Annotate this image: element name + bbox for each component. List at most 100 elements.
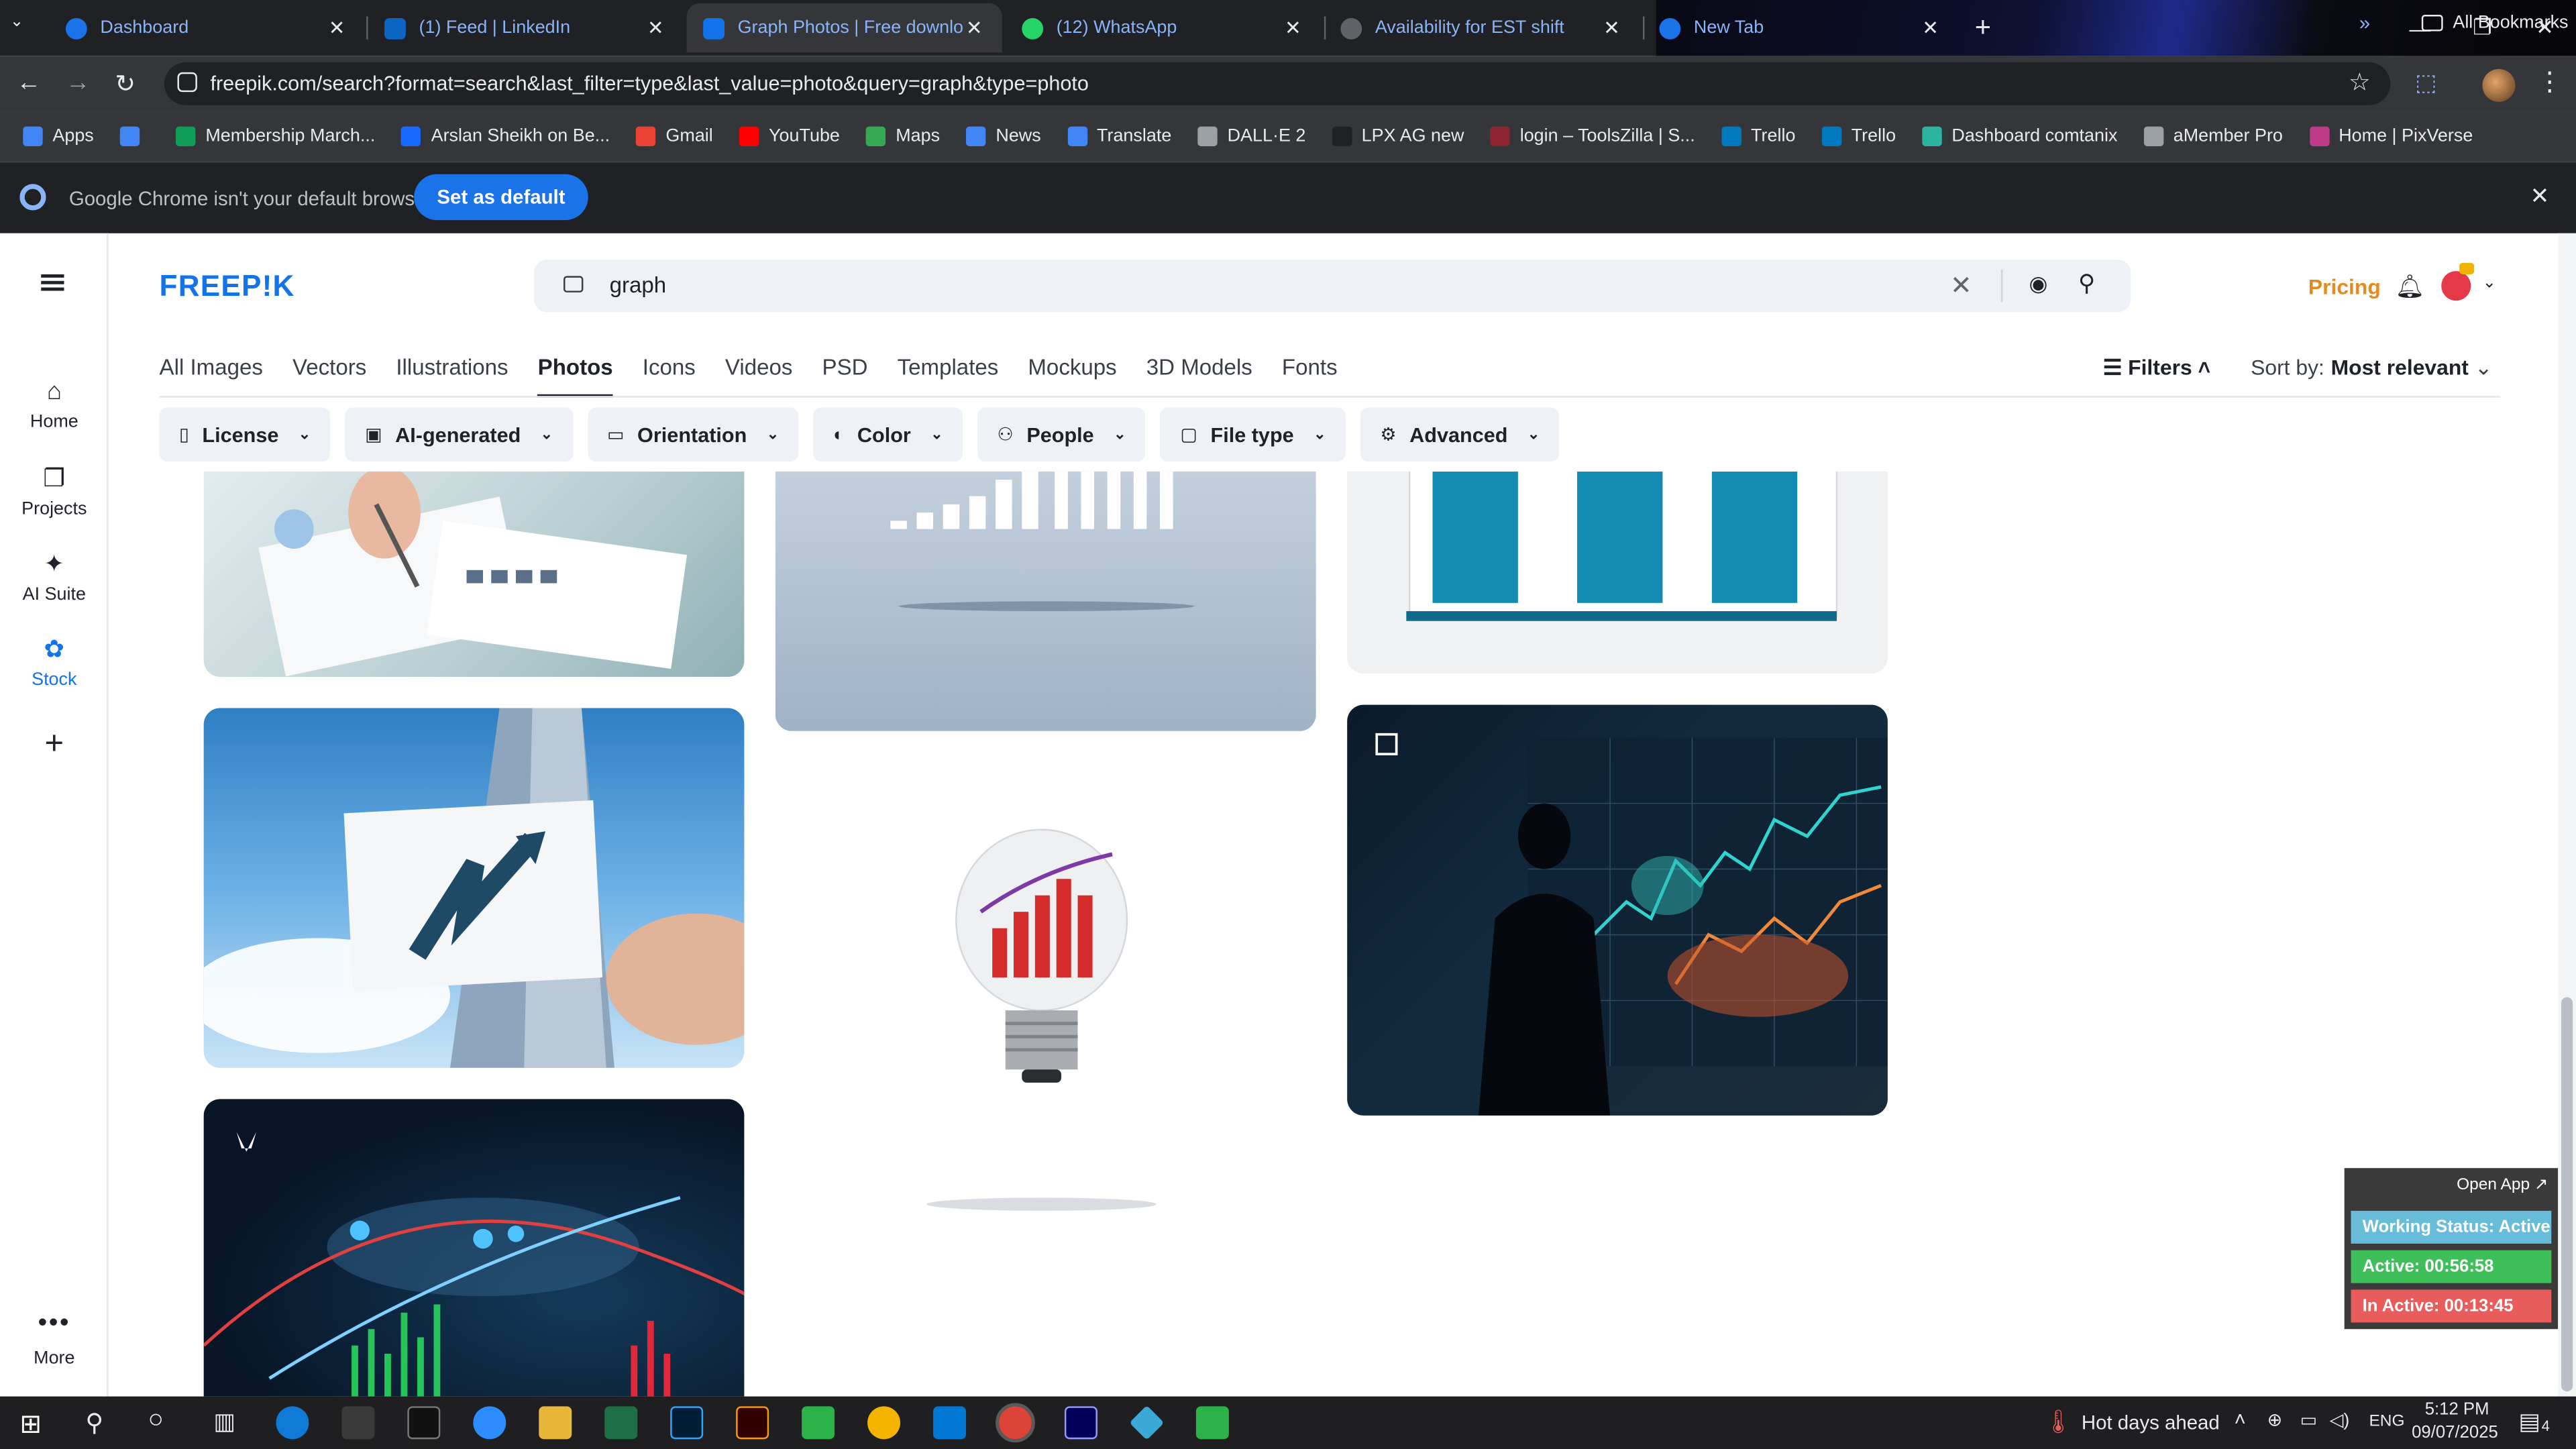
open-app-link[interactable]: Open App ↗ <box>2457 1176 2548 1194</box>
volume-icon[interactable]: ◁) <box>2330 1409 2350 1431</box>
green-app-2-icon[interactable] <box>1195 1406 1229 1440</box>
close-tab-icon[interactable]: ✕ <box>325 16 348 39</box>
photo-card[interactable] <box>203 708 745 1068</box>
tab-vectors[interactable]: Vectors <box>292 355 366 398</box>
windows-start-icon[interactable]: ⊞ <box>19 1408 42 1441</box>
scrollbar-thumb[interactable] <box>2561 997 2573 1392</box>
bookmark-item[interactable]: Arslan Sheikh on Be... <box>401 126 610 146</box>
bookmark-item[interactable]: Maps <box>866 126 940 146</box>
forward-icon[interactable]: → <box>66 69 91 97</box>
notifications-icon[interactable]: ▤ <box>2518 1408 2540 1436</box>
tab-dashboard[interactable]: Dashboard ✕ <box>49 3 364 52</box>
search-bar[interactable]: graph ✕ ◉ ⚲ <box>533 259 2131 313</box>
chrome-icon[interactable] <box>867 1406 901 1440</box>
bookmark-item[interactable]: Apps <box>23 126 94 146</box>
chrome-menu-icon[interactable]: ⋮ <box>2536 66 2563 99</box>
tab-videos[interactable]: Videos <box>725 355 793 398</box>
close-tab-icon[interactable]: ✕ <box>1281 16 1304 39</box>
sidebar-item-stock[interactable]: ✿ Stock <box>0 634 109 690</box>
tab-templates[interactable]: Templates <box>898 355 999 398</box>
filter-color[interactable]: ◐ Color ⌄ <box>813 407 963 462</box>
tab-illustrations[interactable]: Illustrations <box>396 355 508 398</box>
bookmark-item[interactable]: LPX AG new <box>1332 126 1464 146</box>
set-as-default-button[interactable]: Set as default <box>414 174 588 221</box>
task-view-icon[interactable]: ▥ <box>213 1408 235 1436</box>
tab-availability[interactable]: Availability for EST shift ✕ <box>1324 3 1640 52</box>
illustrator-icon[interactable] <box>736 1406 769 1440</box>
pen-app-icon[interactable] <box>341 1406 375 1440</box>
close-tab-icon[interactable]: ✕ <box>1919 16 1941 39</box>
close-tab-icon[interactable]: ✕ <box>963 16 985 39</box>
filter-people[interactable]: ⚇ People ⌄ <box>977 407 1146 462</box>
bookmark-star-icon[interactable]: ☆ <box>2349 67 2371 97</box>
premiere-icon[interactable] <box>1064 1406 1097 1440</box>
filter-advanced[interactable]: ⚙ Advanced ⌄ <box>1360 407 1560 462</box>
site-info-icon[interactable] <box>177 72 197 93</box>
filter-license[interactable]: ▯ License ⌄ <box>159 407 331 462</box>
close-infobar-icon[interactable]: ✕ <box>2530 182 2549 211</box>
tab-photos[interactable]: Photos <box>537 355 613 398</box>
file-explorer-icon[interactable] <box>539 1406 572 1440</box>
sidebar-item-home[interactable]: ⌂ Home <box>0 378 109 432</box>
reload-icon[interactable]: ↻ <box>115 69 136 99</box>
photoshop-icon[interactable] <box>670 1406 704 1440</box>
bookmark-item[interactable] <box>119 126 150 146</box>
bookmark-item[interactable]: DALL·E 2 <box>1197 126 1305 146</box>
terminal-icon[interactable] <box>407 1406 441 1440</box>
search-input[interactable]: graph <box>610 273 667 298</box>
meet-icon[interactable]: ⊕ <box>2267 1409 2283 1431</box>
filter-file-type[interactable]: ▢ File type ⌄ <box>1161 407 1346 462</box>
tab-psd[interactable]: PSD <box>822 355 868 398</box>
tab-search-icon[interactable]: ⌄ <box>10 13 24 32</box>
camera-search-icon[interactable]: ◉ <box>2029 271 2048 297</box>
clear-search-icon[interactable]: ✕ <box>1950 270 1972 303</box>
sidebar-item-ai-suite[interactable]: ✦ AI Suite <box>0 549 109 604</box>
chevron-down-icon[interactable]: ⌄ <box>2482 274 2496 292</box>
sidebar-item-projects[interactable]: ❐ Projects <box>0 464 109 519</box>
profile-avatar[interactable] <box>2482 68 2516 102</box>
filter-orientation[interactable]: ▭ Orientation ⌄ <box>587 407 799 462</box>
tab-freepik[interactable]: Graph Photos | Free download ✕ <box>686 3 1002 53</box>
photo-card[interactable] <box>203 1099 745 1397</box>
bookmark-item[interactable]: login – ToolsZilla | S... <box>1490 126 1695 146</box>
bookmark-item[interactable]: News <box>966 126 1041 146</box>
close-tab-icon[interactable]: ✕ <box>1600 16 1623 39</box>
freepik-logo[interactable]: FREEP!K <box>160 270 295 304</box>
sidebar-item-more[interactable]: ••• More <box>0 1309 109 1368</box>
photo-card[interactable] <box>775 763 1316 1240</box>
tab-icons[interactable]: Icons <box>643 355 696 398</box>
tab-linkedin[interactable]: (1) Feed | LinkedIn ✕ <box>368 3 684 52</box>
more-bookmarks-icon[interactable]: » <box>2359 11 2370 34</box>
clock-date[interactable]: 09/07/2025 <box>2412 1423 2498 1442</box>
photo-card[interactable] <box>203 471 745 677</box>
tab-fonts[interactable]: Fonts <box>1282 355 1338 398</box>
cortana-icon[interactable]: ○ <box>148 1406 164 1436</box>
photo-card[interactable] <box>775 471 1316 731</box>
clock-time[interactable]: 5:12 PM <box>2425 1400 2489 1419</box>
search-icon[interactable]: ⚲ <box>2078 270 2095 298</box>
edge-icon[interactable] <box>276 1406 309 1440</box>
search-icon[interactable]: ⚲ <box>85 1408 103 1438</box>
hamburger-menu-icon[interactable] <box>41 274 64 291</box>
app-diamond-icon[interactable] <box>1129 1405 1165 1440</box>
tab-3d-models[interactable]: 3D Models <box>1146 355 1252 398</box>
excel-icon[interactable] <box>604 1406 638 1440</box>
close-tab-icon[interactable]: ✕ <box>644 16 667 39</box>
bookmark-item[interactable]: Dashboard comtanix <box>1922 126 2117 146</box>
tab-whatsapp[interactable]: (12) WhatsApp ✕ <box>1006 3 1321 52</box>
photo-card[interactable] <box>1347 471 1888 674</box>
image-type-icon[interactable] <box>564 276 584 292</box>
bookmark-item[interactable]: aMember Pro <box>2143 126 2283 146</box>
photo-card[interactable] <box>1347 704 1888 1116</box>
zoom-icon[interactable] <box>473 1406 506 1440</box>
add-icon[interactable]: + <box>0 726 109 763</box>
tab-all-images[interactable]: All Images <box>160 355 263 398</box>
filters-toggle[interactable]: ☰ Filters ˄ <box>2103 355 2210 381</box>
notifications-bell-icon[interactable]: 🔔︎ <box>2396 273 2425 301</box>
extensions-icon[interactable]: ⬚ <box>2415 69 2436 97</box>
vscode-icon[interactable] <box>933 1406 967 1440</box>
bookmark-item[interactable]: Gmail <box>636 126 713 146</box>
all-bookmarks[interactable]: All Bookmarks <box>2421 13 2569 33</box>
bookmark-item[interactable]: Home | PixVerse <box>2309 126 2473 146</box>
network-icon[interactable]: ▭ <box>2300 1409 2317 1431</box>
